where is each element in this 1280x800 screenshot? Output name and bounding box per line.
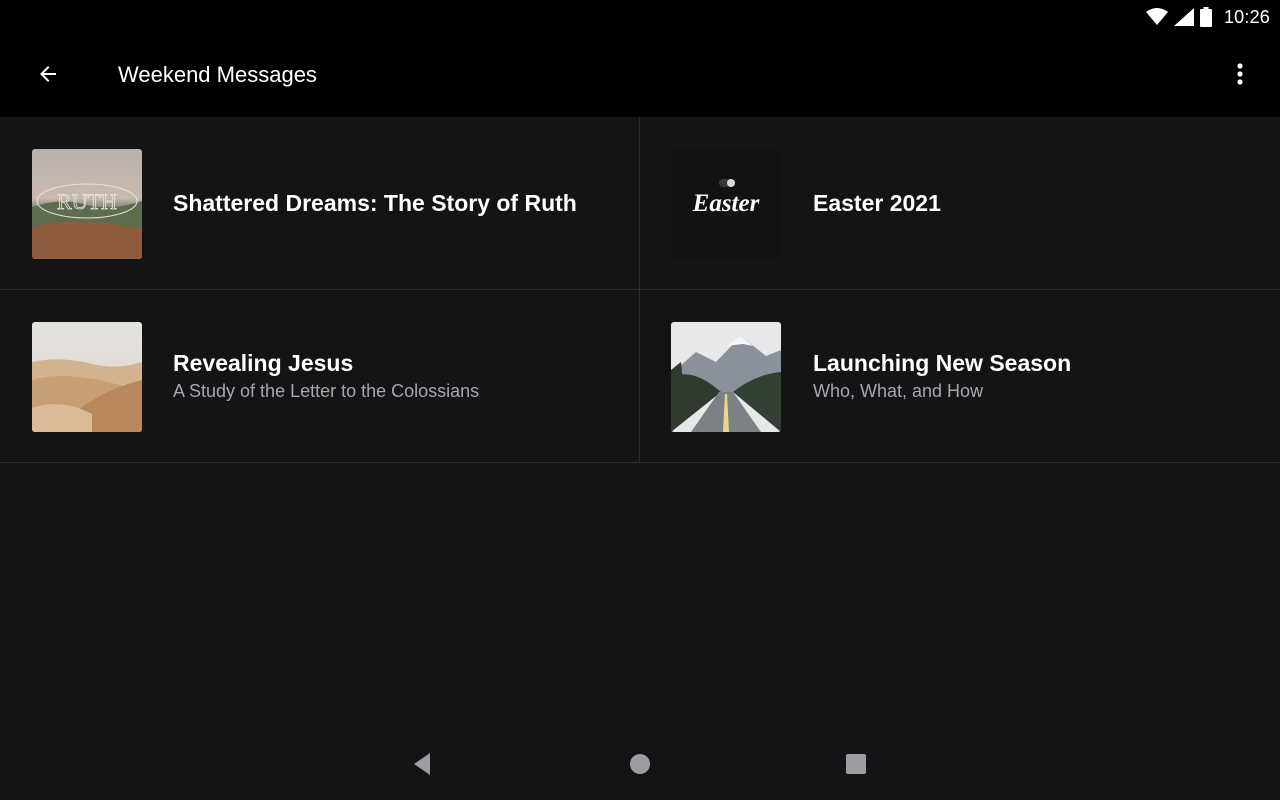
mountain-road-photo [671,322,781,432]
cell-signal-icon [1173,8,1194,26]
nav-home-button[interactable] [620,746,660,786]
series-card-text: Launching New Season Who, What, and How [813,290,1071,462]
status-icons: 10:26 [1145,6,1270,28]
page-title: Weekend Messages [118,62,317,87]
system-nav-bar [0,734,1280,800]
series-title: Easter 2021 [813,190,941,216]
desert-dunes-photo [32,322,142,432]
series-card-revealing-jesus[interactable]: Revealing Jesus A Study of the Letter to… [0,290,640,463]
series-card-text: Easter 2021 [813,117,941,289]
series-grid: RUTH Shattered Dreams: The Story of Ruth… [0,117,1280,463]
nav-back-button[interactable] [402,746,442,786]
easter-artwork-lettering: Easter [692,190,760,217]
series-title: Shattered Dreams: The Story of Ruth [173,190,577,216]
arrow-back-icon [36,62,60,91]
series-title: Revealing Jesus [173,350,354,376]
back-button[interactable] [24,54,72,98]
nav-back-icon [412,752,432,781]
battery-icon [1199,7,1212,27]
series-card-text: Shattered Dreams: The Story of Ruth [173,117,577,289]
series-card-text: Revealing Jesus A Study of the Letter to… [173,290,479,462]
easter-artwork: Easter [671,149,781,259]
wifi-icon [1145,8,1168,26]
app-bar: Weekend Messages [0,34,1280,117]
series-card-ruth[interactable]: RUTH Shattered Dreams: The Story of Ruth [0,117,640,290]
nav-recents-icon [846,753,866,779]
series-subtitle: A Study of the Letter to the Colossians [173,381,480,401]
ruth-artwork-lettering: RUTH [57,189,117,214]
ruth-artwork: RUTH [32,149,142,259]
more-vert-icon [1236,62,1244,91]
nav-home-icon [629,753,651,780]
series-title: Launching New Season [813,350,1072,376]
overflow-menu-button[interactable] [1220,54,1260,98]
nav-recents-button[interactable] [836,746,876,786]
series-subtitle: Who, What, and How [813,381,984,401]
status-bar: 10:26 [0,0,1280,34]
series-card-launching-new-season[interactable]: Launching New Season Who, What, and How [640,290,1280,463]
status-clock: 10:26 [1223,6,1270,27]
series-card-easter[interactable]: Easter Easter 2021 [640,117,1280,290]
